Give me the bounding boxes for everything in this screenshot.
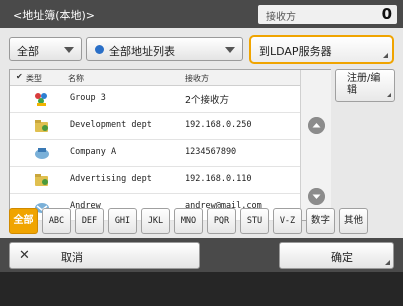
ok-button[interactable]: 确定 — [279, 242, 394, 269]
page-title: <地址簿(本地)> — [13, 9, 96, 22]
entry-name: Company A — [70, 147, 117, 157]
tab-ghi[interactable]: GHI — [108, 208, 137, 234]
footer-strip — [0, 272, 403, 306]
recipient-label: 接收方 — [266, 12, 296, 23]
list-scrollbar[interactable] — [300, 70, 331, 220]
index-tab-bar: 全部 ABC DEF GHI JKL MNO PQR STU V-Z 数字 其他 — [0, 204, 403, 238]
tab-jkl[interactable]: JKL — [141, 208, 170, 234]
tab-vz[interactable]: V-Z — [273, 208, 302, 234]
list-item[interactable]: Company A 1234567890 — [10, 140, 300, 167]
header-name: 名称 — [68, 74, 84, 83]
entry-destination: 2个接收方 — [185, 95, 230, 106]
corner-indicator-icon — [383, 53, 388, 58]
tab-mno[interactable]: MNO — [174, 208, 203, 234]
fax-icon — [35, 148, 49, 159]
register-edit-button[interactable]: 注册/编辑 — [335, 69, 395, 102]
tab-abc[interactable]: ABC — [42, 208, 71, 234]
folder-icon — [35, 120, 48, 132]
tab-def[interactable]: DEF — [75, 208, 104, 234]
entry-destination: 192.168.0.110 — [185, 174, 252, 184]
scroll-up-button[interactable] — [308, 117, 325, 134]
corner-indicator-icon — [387, 93, 391, 97]
type-filter-value: 全部 — [17, 45, 39, 58]
type-filter-select[interactable]: 全部 — [9, 37, 82, 61]
bottom-bar: ✕ 取消 确定 — [0, 238, 403, 272]
cancel-label: 取消 — [61, 251, 83, 264]
address-list-icon — [95, 45, 104, 54]
entry-destination: 192.168.0.250 — [185, 120, 252, 130]
address-book-screen: <地址簿(本地)> 接收方 0 全部 全部地址列表 到LDAP服务器 ✔ 类型 … — [0, 0, 403, 306]
register-edit-label: 注册/编辑 — [347, 73, 381, 96]
tab-pqr[interactable]: PQR — [207, 208, 236, 234]
entry-destination: 1234567890 — [185, 147, 237, 157]
list-item[interactable]: Development dept 192.168.0.250 — [10, 113, 300, 140]
close-icon: ✕ — [19, 248, 30, 263]
group-icon — [35, 93, 47, 106]
entry-name: Group 3 — [70, 93, 106, 103]
folder-icon — [35, 174, 48, 186]
ldap-server-button[interactable]: 到LDAP服务器 — [249, 35, 394, 64]
main-panel: 全部 全部地址列表 到LDAP服务器 ✔ 类型 名称 接收方 Group 3 2… — [0, 28, 403, 272]
corner-indicator-icon — [385, 260, 390, 265]
list-header: ✔ 类型 名称 接收方 — [10, 70, 300, 86]
entry-name: Advertising dept — [70, 174, 152, 184]
entry-name: Development dept — [70, 120, 152, 130]
recipient-counter: 接收方 0 — [258, 5, 397, 24]
tab-all[interactable]: 全部 — [9, 208, 38, 234]
ldap-server-label: 到LDAP服务器 — [259, 45, 332, 58]
scroll-down-button[interactable] — [308, 188, 325, 205]
title-bar: <地址簿(本地)> 接收方 0 — [0, 0, 403, 28]
header-destination: 接收方 — [185, 74, 209, 83]
tab-other[interactable]: 其他 — [339, 208, 368, 234]
tab-stu[interactable]: STU — [240, 208, 269, 234]
ok-label: 确定 — [331, 251, 353, 264]
chevron-down-icon — [64, 47, 74, 53]
chevron-down-icon — [225, 47, 235, 53]
list-item[interactable]: Advertising dept 192.168.0.110 — [10, 167, 300, 194]
address-list: ✔ 类型 名称 接收方 Group 3 2个接收方 Development de… — [9, 69, 331, 221]
tab-numbers[interactable]: 数字 — [306, 208, 335, 234]
header-type: 类型 — [26, 74, 42, 83]
header-check: ✔ — [16, 72, 23, 81]
address-list-value: 全部地址列表 — [109, 45, 175, 58]
list-item[interactable]: Group 3 2个接收方 — [10, 86, 300, 113]
cancel-button[interactable]: ✕ 取消 — [9, 242, 200, 269]
recipient-count: 0 — [381, 5, 392, 23]
address-list-select[interactable]: 全部地址列表 — [86, 37, 243, 61]
